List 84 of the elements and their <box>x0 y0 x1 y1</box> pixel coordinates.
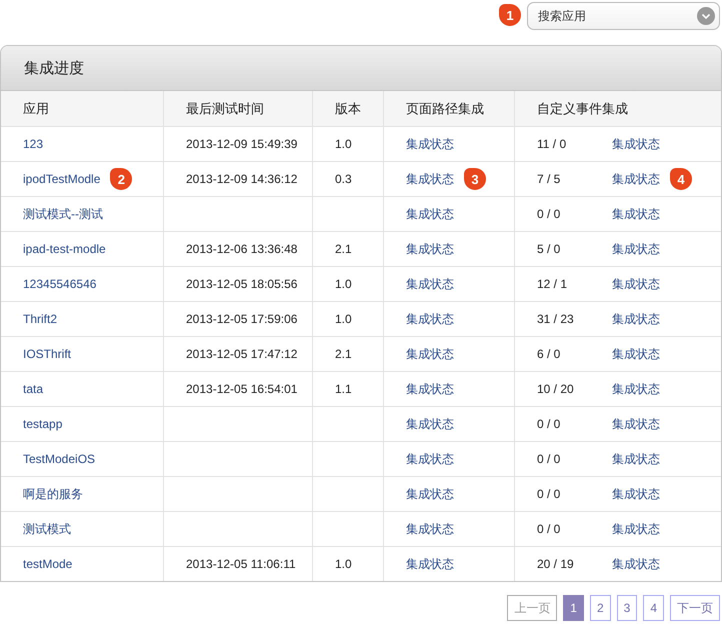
app-link[interactable]: testMode <box>23 557 72 571</box>
column-header: 版本 <box>312 91 384 126</box>
app-link[interactable]: 测试模式--测试 <box>23 206 103 222</box>
column-header: 页面路径集成 <box>384 91 514 126</box>
status-link[interactable]: 集成状态 <box>612 450 660 468</box>
callout-badge: 4 <box>670 168 692 190</box>
table-cell: 6 / 0 <box>537 347 560 361</box>
status-link[interactable]: 集成状态 <box>612 310 660 328</box>
status-link[interactable]: 集成状态 <box>406 276 454 292</box>
status-link[interactable]: 集成状态 <box>406 416 454 432</box>
table-cell: 1.1 <box>335 382 352 396</box>
app-link[interactable]: ipad-test-modle <box>23 242 106 256</box>
table-cell: 1.0 <box>335 557 352 571</box>
status-link[interactable]: 集成状态 <box>406 556 454 572</box>
app-link[interactable]: 测试模式 <box>23 520 71 538</box>
app-link[interactable]: ipodTestModle <box>23 172 100 186</box>
page-button[interactable]: 2 <box>590 595 611 621</box>
app-link[interactable]: Thrift2 <box>23 312 58 326</box>
column-header: 最后测试时间 <box>164 91 312 126</box>
table-cell: 5 / 0 <box>537 242 560 256</box>
status-link[interactable]: 集成状态 <box>406 486 454 502</box>
status-link[interactable]: 集成状态 <box>612 136 660 152</box>
page-button[interactable]: 4 <box>643 595 664 621</box>
app-link[interactable]: 啊是的服务 <box>23 486 83 502</box>
table-cell: 11 / 0 <box>537 137 566 151</box>
status-link[interactable]: 集成状态 <box>612 206 660 222</box>
table-cell: 2.1 <box>335 347 352 361</box>
table-cell: 2013-12-05 17:47:12 <box>186 347 298 361</box>
callout-badge: 2 <box>110 168 132 190</box>
app-link[interactable]: 123 <box>23 137 44 151</box>
table-cell: 0 / 0 <box>537 417 560 431</box>
table-cell: 2013-12-05 16:54:01 <box>186 382 298 396</box>
table-cell: 2013-12-09 14:36:12 <box>186 172 298 186</box>
status-link[interactable]: 集成状态 <box>406 520 454 538</box>
table-cell: 7 / 5 <box>537 172 560 186</box>
search-field[interactable]: 搜索应用 <box>527 2 720 30</box>
callout-badge: 3 <box>464 168 486 190</box>
app-link[interactable]: tata <box>23 382 44 396</box>
app-link[interactable]: testapp <box>23 417 62 431</box>
table-cell: 1.0 <box>335 277 352 291</box>
status-link[interactable]: 集成状态 <box>406 310 454 328</box>
status-link[interactable]: 集成状态 <box>406 136 454 152</box>
table-cell: 2013-12-05 11:06:11 <box>186 557 296 571</box>
table-cell: 10 / 20 <box>537 382 574 396</box>
status-link[interactable]: 集成状态 <box>406 170 454 188</box>
table-cell: 0 / 0 <box>537 487 560 501</box>
table-cell: 2013-12-05 17:59:06 <box>186 312 298 326</box>
status-link[interactable]: 集成状态 <box>612 240 660 258</box>
status-link[interactable]: 集成状态 <box>406 346 454 362</box>
status-link[interactable]: 集成状态 <box>406 206 454 222</box>
next-page-button[interactable]: 下一页 <box>670 595 720 621</box>
table-cell: 2.1 <box>335 242 352 256</box>
status-link[interactable]: 集成状态 <box>612 380 660 398</box>
table-cell: 2013-12-09 15:49:39 <box>186 137 298 151</box>
table-cell: 1.0 <box>335 312 352 326</box>
table-cell: 0 / 0 <box>537 207 560 221</box>
page-button[interactable]: 3 <box>616 595 638 621</box>
app-link[interactable]: IOSThrift <box>23 347 72 361</box>
column-header: 自定义事件集成 <box>514 91 721 126</box>
table-cell: 12 / 1 <box>537 277 568 291</box>
status-link[interactable]: 集成状态 <box>612 416 660 432</box>
callout-badge: 1 <box>499 4 521 26</box>
status-link[interactable]: 集成状态 <box>612 556 660 572</box>
status-link[interactable]: 集成状态 <box>406 380 454 398</box>
panel-title: 集成进度 <box>24 58 84 78</box>
status-link[interactable]: 集成状态 <box>612 486 660 502</box>
column-header: 应用 <box>1 91 164 126</box>
table-cell: 0.3 <box>335 172 352 186</box>
status-link[interactable]: 集成状态 <box>612 520 660 538</box>
status-link[interactable]: 集成状态 <box>612 276 660 292</box>
app-link[interactable]: 12345546546 <box>23 277 96 291</box>
table-cell: 2013-12-06 13:36:48 <box>186 242 298 256</box>
app-link[interactable]: TestModeiOS <box>23 452 96 466</box>
status-link[interactable]: 集成状态 <box>406 240 454 258</box>
table-cell: 2013-12-05 18:05:56 <box>186 277 298 291</box>
status-link[interactable]: 集成状态 <box>612 170 660 188</box>
status-link[interactable]: 集成状态 <box>612 346 660 362</box>
page-button[interactable]: 1 <box>563 595 584 621</box>
status-link[interactable]: 集成状态 <box>406 450 454 468</box>
table-cell: 31 / 23 <box>537 312 574 326</box>
table-cell: 1.0 <box>335 137 352 151</box>
table-cell: 0 / 0 <box>537 452 560 466</box>
table-cell: 0 / 0 <box>537 522 560 536</box>
table-cell: 20 / 19 <box>537 557 574 571</box>
